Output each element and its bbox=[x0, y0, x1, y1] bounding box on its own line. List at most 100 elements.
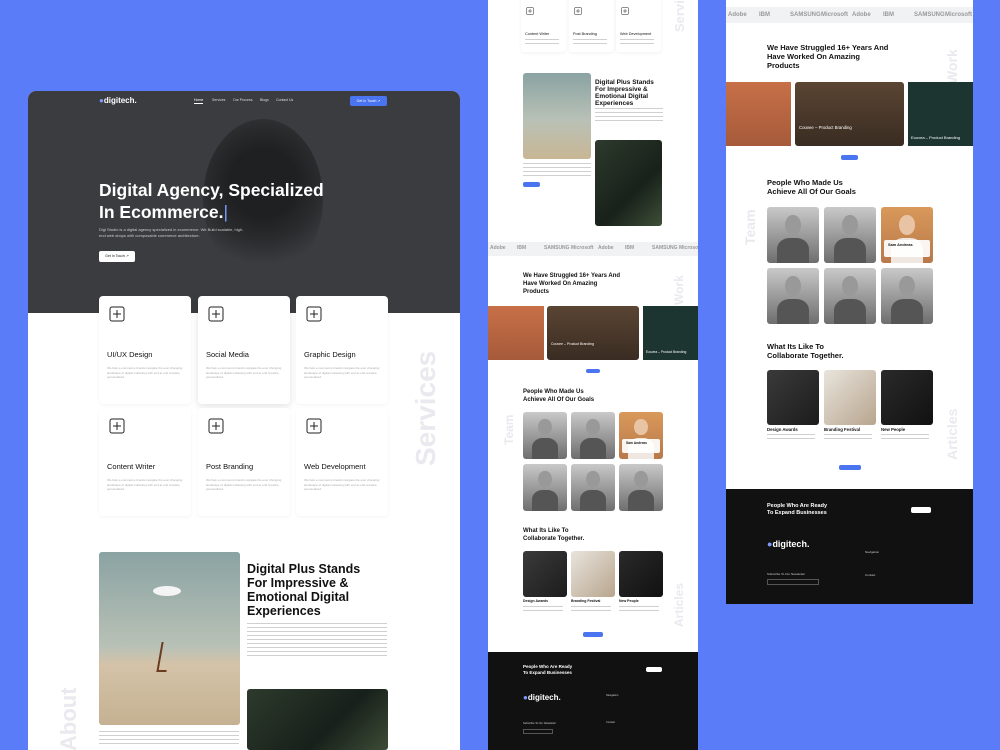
partner-logo: IBM bbox=[759, 12, 770, 18]
partner-logo: Microsoft bbox=[945, 12, 972, 18]
nav-contact[interactable]: Contact Us bbox=[276, 98, 293, 103]
article-title[interactable]: Design Awards bbox=[767, 427, 798, 433]
team-member-photo[interactable]: Sam Andreas bbox=[619, 412, 663, 459]
service-card-mobile[interactable]: Content Writer bbox=[521, 0, 566, 52]
team-member-photo[interactable] bbox=[619, 464, 663, 511]
brand-icon bbox=[206, 416, 226, 436]
article-title[interactable]: Design Awards bbox=[523, 599, 548, 604]
article-excerpt bbox=[571, 606, 611, 614]
work-title-line2: Have Worked On Amazing bbox=[523, 281, 598, 287]
footer3-logo[interactable]: ●digitech. bbox=[767, 539, 809, 549]
featured-member-card: Sam Andreas bbox=[622, 438, 660, 453]
team-member-photo[interactable] bbox=[824, 207, 876, 263]
service-desc: We help e-commerce brands navigate the e… bbox=[206, 478, 282, 491]
work-more-button[interactable] bbox=[586, 369, 600, 373]
homepage-tablet-preview: Adobe IBM SAMSUNG Microsoft Adobe IBM SAMSUNG M… bbox=[726, 0, 973, 604]
team-member-photo[interactable] bbox=[523, 464, 567, 511]
pen-tool-icon bbox=[304, 304, 324, 324]
article-title[interactable]: Branding Festival bbox=[571, 599, 600, 604]
brand-icon bbox=[573, 6, 583, 16]
service-card[interactable]: Content Writer We help e-commerce brands … bbox=[99, 408, 191, 516]
service-card[interactable]: Graphic Design We help e-commerce brands … bbox=[296, 296, 388, 404]
book-icon bbox=[525, 6, 535, 16]
share-network-icon bbox=[206, 304, 226, 324]
team-member-photo[interactable] bbox=[767, 268, 819, 324]
service-title: Content Writer bbox=[107, 462, 156, 471]
logo[interactable]: ●digitech. bbox=[99, 96, 137, 106]
team-member-photo[interactable] bbox=[824, 268, 876, 324]
article-title[interactable]: Branding Festival bbox=[824, 427, 860, 433]
about-text-left bbox=[99, 731, 239, 745]
service-desc-mobile bbox=[573, 39, 607, 46]
work-item-couvee-label: Couvee – Product Branding bbox=[551, 342, 594, 346]
articles3-more-button[interactable] bbox=[839, 465, 861, 470]
team-member-photo[interactable] bbox=[881, 268, 933, 324]
service-title: Post Branding bbox=[206, 462, 254, 471]
newsletter3-input[interactable] bbox=[767, 579, 819, 585]
article-title[interactable]: New People bbox=[619, 599, 639, 604]
articles-more-button[interactable] bbox=[583, 632, 603, 637]
article-image[interactable] bbox=[619, 551, 663, 597]
get-in-touch-button[interactable]: Get In Touch ↗ bbox=[350, 96, 387, 106]
article-image[interactable] bbox=[881, 370, 933, 425]
footer-subscribe-heading: Subscribe To Our Newsletter bbox=[523, 722, 556, 725]
team-member-photo[interactable] bbox=[523, 412, 567, 459]
service-card-mobile[interactable]: Post Branding bbox=[569, 0, 614, 52]
footer-navigation-heading: Navigation bbox=[606, 694, 619, 697]
article-excerpt bbox=[523, 606, 563, 614]
featured-member-card: Sam Andreas bbox=[884, 240, 930, 257]
article-excerpt bbox=[619, 606, 659, 614]
code-board-icon bbox=[304, 416, 324, 436]
nav-our-process[interactable]: Our Process bbox=[233, 98, 252, 103]
work3-more-button[interactable] bbox=[841, 155, 858, 160]
team-member-photo[interactable] bbox=[767, 207, 819, 263]
hero-get-in-touch-button[interactable]: Get In Touch ↗ bbox=[99, 251, 135, 262]
service-card[interactable]: Social Media We help e-commerce brands na… bbox=[198, 296, 290, 404]
service-card[interactable]: Post Branding We help e-commerce brands n… bbox=[198, 408, 290, 516]
article-image[interactable] bbox=[767, 370, 819, 425]
article-image[interactable] bbox=[523, 551, 567, 597]
articles3-ghost-label: Articles bbox=[944, 408, 960, 460]
article-image[interactable] bbox=[824, 370, 876, 425]
newsletter-input[interactable] bbox=[523, 729, 553, 734]
partner-logo: Adobe bbox=[852, 12, 871, 18]
work-image-couvee: Couvee – Product Branding bbox=[547, 306, 639, 360]
work3-item-eouvea-label: Eouvea – Product Branding bbox=[911, 135, 960, 140]
service-card[interactable]: Web Development We help e-commerce brands… bbox=[296, 408, 388, 516]
footer-cta-line1: People Who Are Ready bbox=[523, 664, 573, 669]
footer-logo[interactable]: ●digitech. bbox=[523, 693, 561, 703]
work-image-eouvea: Eouvea – Product Branding bbox=[643, 306, 698, 360]
nav-services[interactable]: Services bbox=[212, 98, 225, 103]
team-member-photo[interactable] bbox=[571, 464, 615, 511]
about-title-line1: Digital Plus Stands bbox=[247, 562, 361, 576]
partner-logo: SAMSUNG bbox=[652, 245, 678, 251]
article-title[interactable]: New People bbox=[881, 427, 905, 433]
service-desc: We help e-commerce brands navigate the e… bbox=[304, 478, 380, 491]
team-member-photo[interactable]: Sam Andreas bbox=[881, 207, 933, 263]
nav-home[interactable]: Home bbox=[194, 98, 204, 104]
service-desc: We help e-commerce brands navigate the e… bbox=[107, 366, 183, 379]
articles-title-line1: What Its Like To bbox=[523, 528, 569, 534]
service-card[interactable]: UI/UX Design We help e-commerce brands na… bbox=[99, 296, 191, 404]
partner-logo: Microsoft bbox=[571, 245, 594, 251]
team-member-photo[interactable] bbox=[571, 412, 615, 459]
service-card-mobile[interactable]: Web Development bbox=[616, 0, 661, 52]
desert-chair-image-2 bbox=[523, 73, 591, 159]
footer3-cta-button[interactable] bbox=[911, 507, 931, 513]
nav-blogs[interactable]: Blogs bbox=[260, 98, 269, 103]
work3-image-eouvea: Eouvea – Product Branding bbox=[908, 82, 973, 146]
service-title-mobile: Content Writer bbox=[525, 32, 550, 36]
services-ghost-label: Services bbox=[410, 350, 441, 466]
about-more-button[interactable] bbox=[523, 182, 540, 187]
articles3-title-line2: Collaborate Together. bbox=[767, 351, 844, 360]
about-title-2-line4: Experiences bbox=[595, 100, 634, 107]
partner-logo: Adobe bbox=[490, 245, 506, 251]
office-image-2 bbox=[595, 140, 662, 226]
partner-logo: IBM bbox=[625, 245, 635, 251]
footer-cta-button[interactable] bbox=[646, 667, 662, 672]
hero-title-line1: Digital Agency, Specialized bbox=[99, 180, 324, 200]
partner-logo: Microsoft bbox=[821, 12, 848, 18]
service-title: Social Media bbox=[206, 350, 249, 359]
article-image[interactable] bbox=[571, 551, 615, 597]
partner-logo: IBM bbox=[883, 12, 894, 18]
